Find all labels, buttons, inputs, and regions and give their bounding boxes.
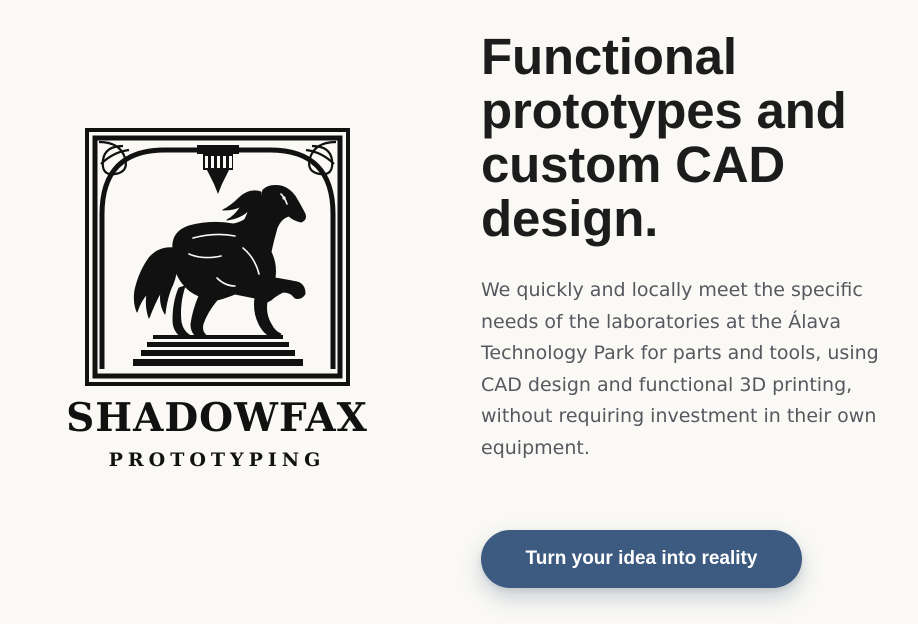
hero-description: We quickly and locally meet the specific… (481, 279, 879, 459)
cta-button[interactable]: Turn your idea into reality (481, 530, 802, 588)
horse-3d-printer-logo-icon (85, 128, 350, 386)
hero-headline: Functional prototypes and custom CAD des… (481, 28, 847, 247)
brand-name: SHADOWFAX (66, 395, 368, 441)
brand-tagline: PROTOTYPING (108, 449, 326, 471)
